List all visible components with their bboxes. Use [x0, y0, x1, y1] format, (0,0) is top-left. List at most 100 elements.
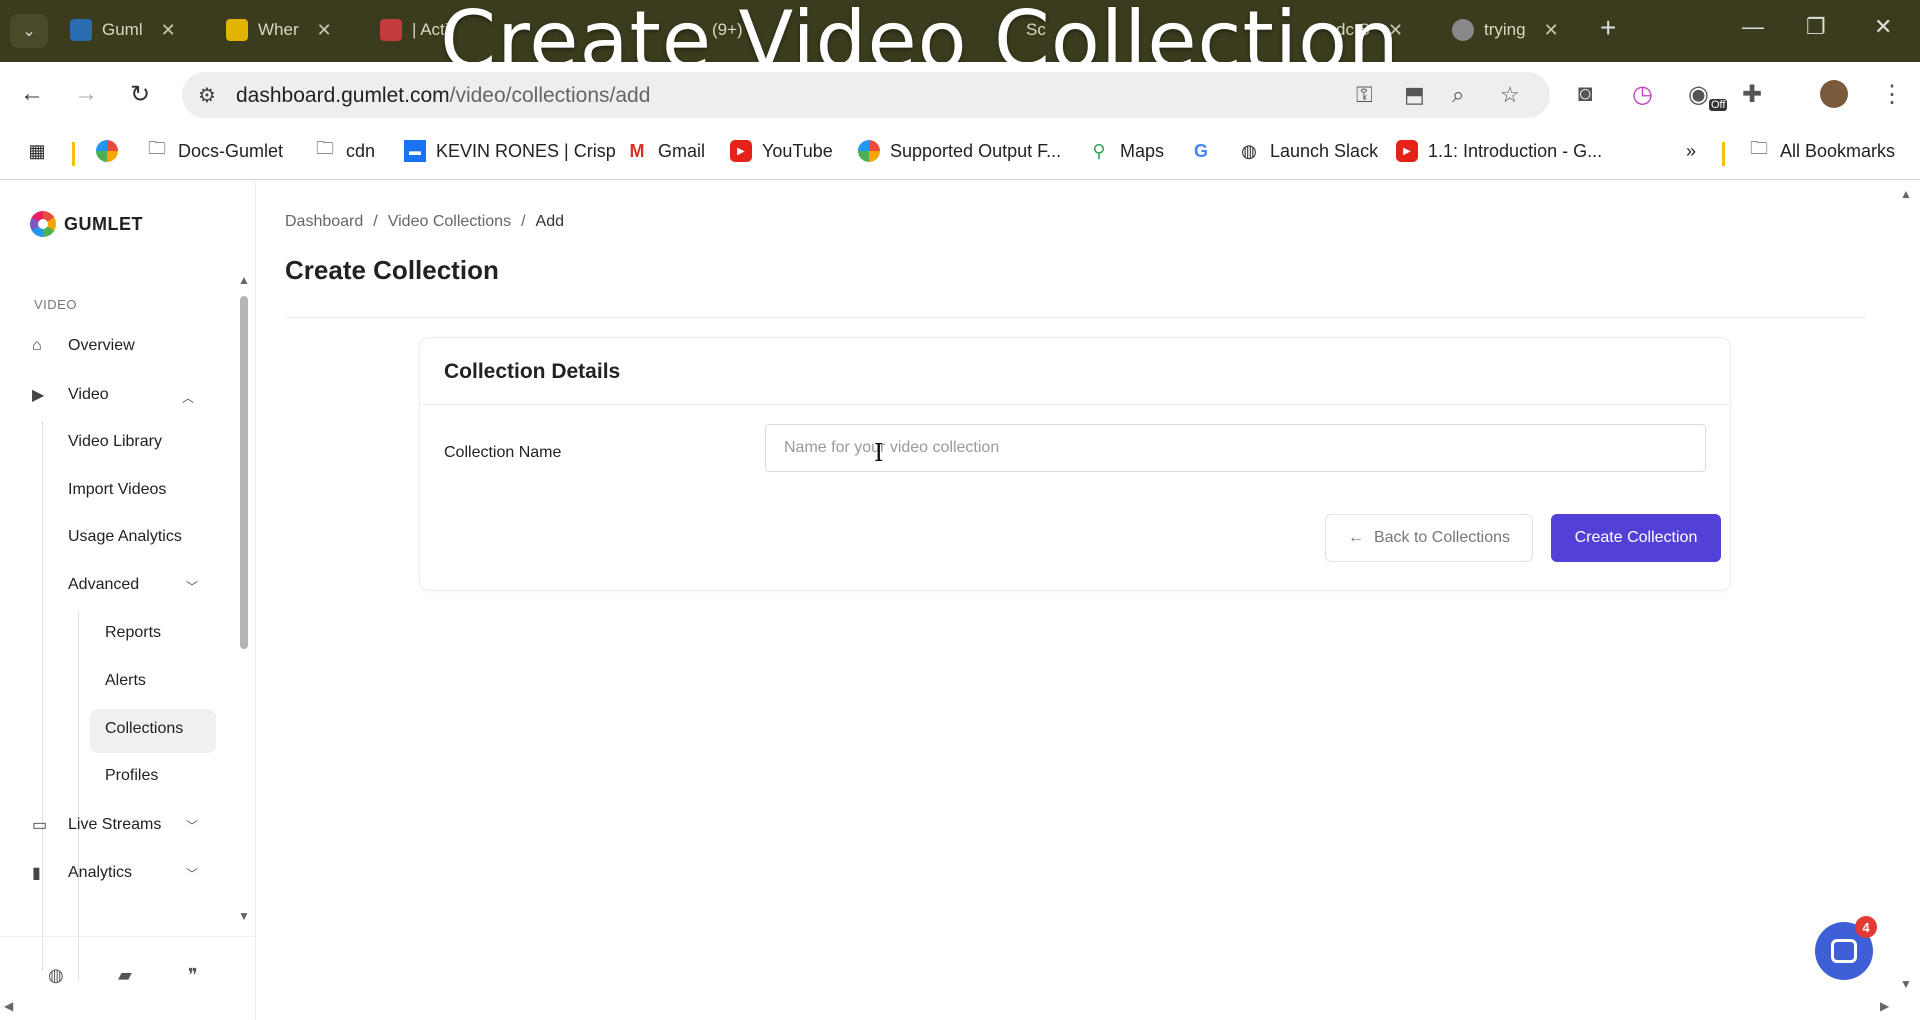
scroll-left-icon[interactable]: ◀	[4, 999, 13, 1013]
chevron-down-icon[interactable]: ﹀	[186, 817, 198, 834]
bookmark-item[interactable]: Supported Output F...	[858, 140, 1061, 162]
sidebar-item-label: Overview	[68, 337, 135, 354]
bookmark-item[interactable]: ◍ Launch Slack	[1238, 140, 1378, 162]
bookmark-item[interactable]: ▬ KEVIN RONES | Crisp	[404, 140, 616, 162]
sidebar-item-label: Import Videos	[68, 481, 167, 498]
bar-chart-icon: ▮	[32, 865, 41, 882]
sidebar-item-advanced[interactable]: Advanced	[68, 576, 139, 594]
sidebar-item-collections[interactable]: Collections	[105, 720, 183, 738]
kebab-menu-icon[interactable]: ⋮	[1880, 80, 1904, 109]
all-bookmarks[interactable]: 🗀 All Bookmarks	[1748, 138, 1896, 162]
camera-icon[interactable]: ◙	[1578, 80, 1593, 108]
scroll-down-icon[interactable]: ▼	[238, 909, 250, 923]
chevron-down-icon[interactable]: ﹀	[186, 578, 198, 595]
scroll-right-icon[interactable]: ▶	[1880, 999, 1889, 1013]
bookmark-item[interactable]: ⚲ Maps	[1088, 140, 1164, 162]
breadcrumb: Dashboard / Video Collections / Add	[285, 213, 564, 231]
chat-launcher-button[interactable]: 4	[1815, 916, 1877, 980]
chevron-up-icon[interactable]: ︿	[182, 389, 194, 406]
gumlet-logo[interactable]: GUMLET	[30, 211, 143, 237]
bookmark-item[interactable]: ▶ 1.1: Introduction - G...	[1396, 140, 1602, 162]
bookmark-item[interactable]: 🗀 cdn	[314, 138, 376, 162]
address-bar[interactable]: ⚙ dashboard.gumlet.com/video/collections…	[182, 72, 1550, 118]
text-cursor-icon: I	[874, 439, 884, 467]
sidebar-item-reports[interactable]: Reports	[105, 624, 161, 642]
bookmark-item[interactable]: M Gmail	[626, 140, 706, 162]
sidebar-item-label: Advanced	[68, 576, 140, 593]
page-title: Create Collection	[285, 255, 499, 285]
sidebar-item-video-library[interactable]: Video Library	[68, 433, 162, 451]
page-scroll-up-icon[interactable]: ▲	[1900, 187, 1912, 201]
camera-icon: ▭	[32, 817, 48, 834]
gumlet-bookmark-icon[interactable]	[96, 140, 118, 162]
back-to-collections-button[interactable]: ← Back to Collections	[1325, 514, 1533, 562]
bookmark-label: YouTube	[762, 140, 833, 161]
sidebar: GUMLET VIDEO ⌂ Overview ▶ Video ︿ Video …	[0, 181, 256, 1020]
bookmark-separator	[72, 142, 75, 166]
sidebar-item-import-videos[interactable]: Import Videos	[68, 481, 166, 499]
breadcrumb-separator: /	[373, 213, 378, 230]
bookmark-label: All Bookmarks	[1780, 140, 1896, 161]
breadcrumb-link-dashboard[interactable]: Dashboard	[285, 213, 363, 231]
sidebar-section-label: VIDEO	[34, 297, 77, 312]
forward-arrow-icon[interactable]: →	[68, 76, 104, 112]
create-collection-button[interactable]: Create Collection	[1551, 514, 1721, 562]
bookmark-label: Gmail	[658, 140, 706, 161]
sidebar-item-profiles[interactable]: Profiles	[105, 767, 158, 785]
extension-off-icon[interactable]: ◉ Off	[1688, 80, 1728, 111]
apps-grid-icon[interactable]: ▦	[26, 140, 48, 162]
bookmark-label: Launch Slack	[1270, 140, 1379, 161]
profile-avatar[interactable]	[1820, 80, 1848, 108]
page-scroll-down-icon[interactable]: ▼	[1900, 977, 1912, 991]
breadcrumb-current: Add	[535, 213, 564, 230]
reload-icon[interactable]: ↻	[122, 76, 158, 112]
star-icon[interactable]: ☆	[1500, 82, 1520, 108]
globe-icon[interactable]: ◍	[48, 965, 64, 986]
clock-icon[interactable]: ◷	[1632, 80, 1653, 109]
bookmark-item[interactable]: 🗀 Docs-Gumlet	[146, 138, 284, 162]
scroll-up-icon[interactable]: ▲	[238, 273, 250, 287]
puzzle-icon[interactable]: ✚	[1742, 80, 1762, 109]
google-bookmark-icon[interactable]: G	[1190, 140, 1212, 162]
sidebar-item-overview[interactable]: ⌂ Overview	[32, 337, 135, 355]
crisp-icon: ▬	[404, 140, 426, 162]
quote-icon[interactable]: ❞	[188, 965, 198, 986]
url-text[interactable]: dashboard.gumlet.com/video/collections/a…	[236, 84, 650, 108]
bookmark-label: cdn	[346, 140, 376, 161]
back-arrow-icon[interactable]: ←	[14, 76, 50, 112]
site-settings-icon[interactable]: ⚙	[198, 83, 216, 108]
sidebar-item-alerts[interactable]: Alerts	[105, 672, 146, 690]
button-label: Create Collection	[1574, 529, 1698, 546]
bookmark-label: Docs-Gumlet	[178, 140, 284, 161]
bookmarks-bar: ▦ 🗀 Docs-Gumlet 🗀 cdn ▬ KEVIN RONES | Crisp…	[0, 128, 1920, 180]
bookmark-item[interactable]: ▶ YouTube	[730, 140, 833, 162]
sidebar-item-label: Profiles	[105, 767, 159, 784]
sidebar-item-label: Video	[68, 386, 109, 403]
install-icon[interactable]: ⬒	[1404, 82, 1425, 108]
browser-tab-bar: ⌄ Guml ✕ Wher ✕ | Acti (9+) Sc dc S ✕ tr…	[0, 0, 1920, 87]
youtube-icon: ▶	[730, 140, 752, 162]
chat-icon[interactable]: ▰	[118, 965, 132, 986]
more-bookmarks-icon[interactable]: »	[1680, 140, 1702, 162]
youtube-icon: ▶	[1396, 140, 1418, 162]
sidebar-item-analytics[interactable]: ▮ Analytics	[32, 863, 132, 883]
extension-off-badge: Off	[1708, 98, 1728, 111]
nav-tree-line	[78, 611, 79, 981]
zoom-icon[interactable]: ⌕	[1452, 82, 1464, 108]
chat-bubble-icon	[1831, 939, 1857, 963]
sidebar-scrollbar-thumb[interactable]	[240, 296, 248, 649]
breadcrumb-link-video-collections[interactable]: Video Collections	[388, 213, 511, 231]
sidebar-item-label: Alerts	[105, 672, 146, 689]
collection-name-input[interactable]	[765, 424, 1706, 472]
sidebar-item-usage-analytics[interactable]: Usage Analytics	[68, 528, 182, 546]
logo-text: GUMLET	[64, 213, 143, 234]
sidebar-item-video[interactable]: ▶ Video	[32, 385, 109, 405]
sidebar-footer: ◍ ▰ ❞	[0, 936, 256, 1020]
card-divider	[420, 404, 1730, 405]
chevron-down-icon[interactable]: ﹀	[186, 865, 198, 882]
main-content: Dashboard / Video Collections / Add Crea…	[257, 181, 1897, 1020]
window-close-icon[interactable]: ✕	[1874, 14, 1892, 40]
browser-toolbar: ← → ↻ ⚙ dashboard.gumlet.com/video/colle…	[0, 62, 1920, 128]
sidebar-item-live-streams[interactable]: ▭ Live Streams	[32, 815, 161, 835]
key-icon[interactable]: ⚿	[1356, 82, 1373, 108]
